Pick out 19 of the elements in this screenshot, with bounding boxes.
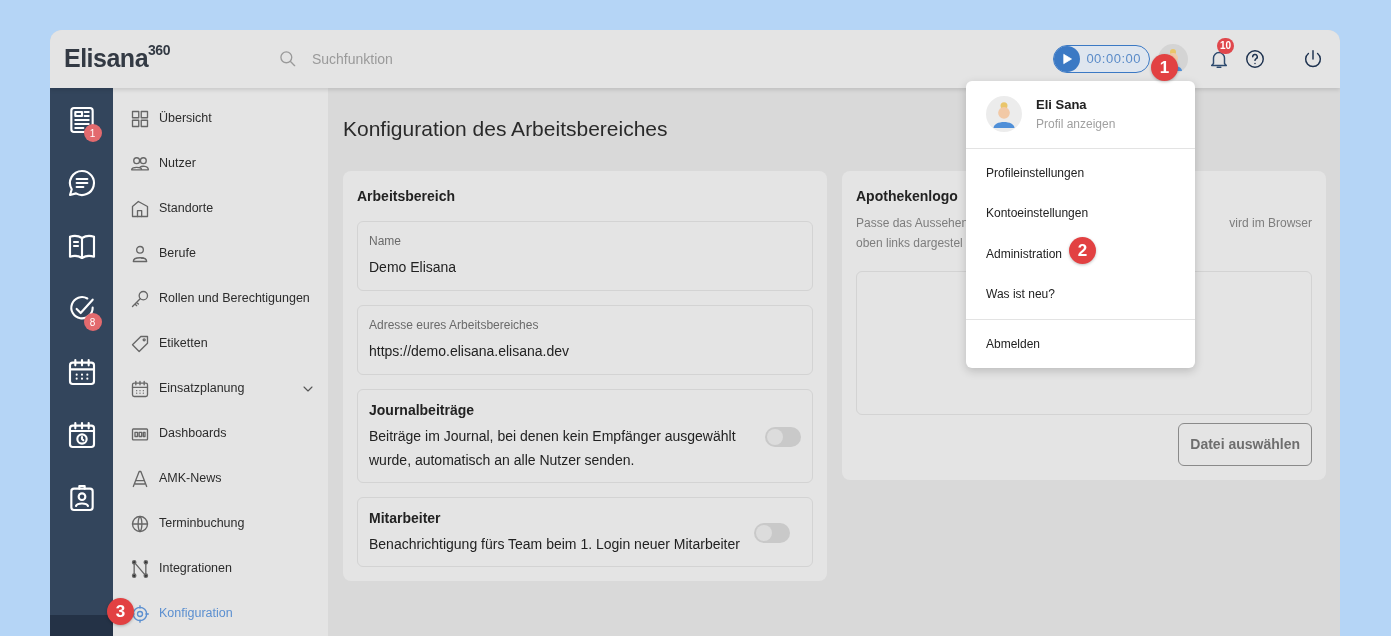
notification-count: 10 <box>1217 38 1235 54</box>
setting-description: Benachrichtigung fürs Team beim 1. Login neuer Mitarbeiter <box>369 534 740 554</box>
logo-wordmark: Elisana$^{360}$ <box>64 40 170 75</box>
setting-title: Mitarbeiter <box>369 509 442 527</box>
profile-subtitle: Profil anzeigen <box>1036 115 1116 133</box>
timer-display: 00:00:00 <box>1086 50 1141 69</box>
card-title: Arbeitsbereich <box>357 188 457 205</box>
description-text: oben links dargestel <box>856 235 964 252</box>
count-badge: 8 <box>83 313 102 331</box>
user-name: Eli Sana <box>1036 96 1088 114</box>
card-title: Apothekenlogo <box>856 188 959 205</box>
count-badge: 1 <box>83 124 102 142</box>
field-label: Name <box>369 233 402 250</box>
description-text: vird im Browser <box>1229 215 1312 232</box>
field-label: Adresse eures Arbeitsbereiches <box>369 317 540 334</box>
description-text: Passe das Aussehen <box>856 215 969 232</box>
page-title: Konfiguration des Arbeitsbereiches <box>343 116 668 142</box>
setting-description: Beiträge im Journal, bei denen kein Empfänger ausgewählt wurde, automatisch an alle Nutzer senden. <box>369 426 737 470</box>
setting-title: Journalbeiträge <box>369 402 476 419</box>
